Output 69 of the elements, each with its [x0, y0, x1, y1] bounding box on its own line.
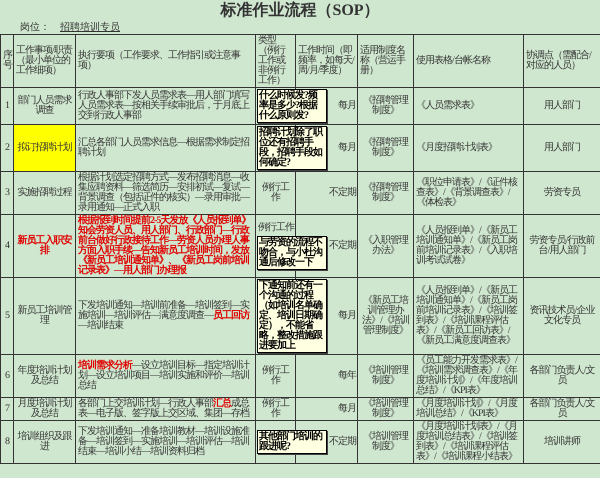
- table-cell: 每年: [296, 355, 358, 398]
- table-cell: 每月: [296, 398, 358, 421]
- header-cell: 类型（例行工作或非例行工作）: [256, 35, 296, 88]
- table-cell: 年度培训计划及总结: [14, 355, 76, 398]
- page-title: 标准作业流程（SOP）: [219, 0, 381, 21]
- table-cell: 用人部门: [524, 88, 600, 125]
- table-cell: 不定期: [296, 172, 358, 215]
- row-number: 3: [1, 172, 14, 215]
- comment-note: 什么时候发?频率是多少?根据什么原则发?: [257, 89, 327, 123]
- table-cell-text: 例行工作: [261, 183, 290, 203]
- table-cell: 《招聘管理制度》: [358, 172, 414, 215]
- table-cell: 《招聘管理制度》: [358, 125, 414, 172]
- table-cell: 《培训管理制度》: [358, 355, 414, 398]
- table-cell: 《月度培训计划表》/《月度培训总结表》/《培训签到表》/《培训课程评估表》/《培训课程小结表》: [414, 421, 524, 464]
- table-cell: 《人员报到单》/《新员工培训通知单》/《新员工岗前培训记录表》/《培训签到表》/《培训课程评估表》/《新员工回访表》/《新员工满意度调查表》: [414, 278, 524, 355]
- table-cell: 《入职管理办法》: [358, 215, 414, 278]
- table-cell: 《培训管理制度》: [358, 421, 414, 464]
- comment-note: 其他部门培训的跟进呢?: [257, 430, 327, 454]
- table-cell: 新员工入职安排: [14, 215, 76, 278]
- table-cell: 新员工培训管理: [14, 278, 76, 355]
- table-cell: 月度培训计划及总结: [14, 398, 76, 421]
- row-number: 5: [1, 278, 14, 355]
- table-cell: 《培训管理制度》: [358, 398, 414, 421]
- table-cell: 实施招聘过程: [14, 172, 76, 215]
- header-cell: 序号: [1, 35, 14, 88]
- table-cell: 培训讲师: [524, 421, 600, 464]
- table-cell: 劳资专员/行政前台/用人部门: [524, 215, 600, 278]
- header-cell: 执行要项（工作要求、工作指引或注意事项）: [76, 35, 256, 88]
- table-cell: 各部门负责人/文员: [524, 355, 600, 398]
- position-label: 岗位：: [20, 22, 50, 34]
- table-cell: 《人员需求表》: [414, 88, 524, 125]
- table-cell: 《招聘管理制度》: [358, 88, 414, 125]
- row-number: 4: [1, 215, 14, 278]
- table-cell: 《职位申请表》/《证件核查表》/《背景调查表》/《体检表》: [414, 172, 524, 215]
- header-cell: 协调点（需配合/对应的人员）: [524, 35, 600, 88]
- table-cell: 用人部门: [524, 125, 600, 172]
- comment-note: 与劳资的流程不吻合，与小杜沟通后修改一下: [257, 236, 327, 270]
- table-cell: 资讯技术员/企业文化专员: [524, 278, 600, 355]
- row-number: 7: [1, 398, 14, 421]
- table-cell: 汇总各部门人员需求信息—根据需求制定招聘计划: [76, 125, 256, 172]
- table-cell: 各部门上交培训计划—行政人事部汇总成总表—电子版、签字版上交区域、集团—存档: [76, 398, 256, 421]
- table-cell: 下发培训通知—准备培训教材—培训设施准备—培训签到—实施培训—培训评估—培训结束—培训小结—培训资料归档: [76, 421, 256, 464]
- table-cell: 根据报到时间提前2-5天发放《人员报到单》知会劳资人员、用人部门、行政部门—行政前台做好行政接待工作—劳资人员办理人事方面入职手续—告知新员工培训时间，发放《新员工培训通知单》、《新员工岗前培训记录表》—用人部门办理报: [76, 215, 256, 278]
- table-cell: 行政人事部下发人员需求表—用人部门填写人员需求表—按相关手续审批后，于月底上交到行政人事部: [76, 88, 256, 125]
- header-cell: 工作时间（即频率，如每天/周/月/季度）: [296, 35, 358, 88]
- comment-note: 下通知前还有一个沟通的过程（如培训名单确定、培训日期确定），不能省略，整改措施跟进要加上: [257, 279, 327, 353]
- table-cell: 《月度招聘计划表》: [414, 125, 524, 172]
- table-cell-text: 例行工作: [261, 399, 290, 419]
- table-cell: 培训组织及跟进: [14, 421, 76, 464]
- comment-note: 招聘计划除了职位还有招聘手段，招聘手段如何确定?: [257, 126, 327, 170]
- header-cell: 使用表格/台帐名称: [414, 35, 524, 88]
- table-cell-text: 例行工作: [261, 366, 290, 386]
- row-number: 6: [1, 355, 14, 398]
- table-cell: 根据计划选定招聘方式—发布招聘消息—收集应聘资料—筛选简历—安排初试—复试—背景调查（包括证件的核实）—录用审批—录用通知—正式入职: [76, 172, 256, 215]
- table-cell: 例行工作: [258, 222, 294, 232]
- table-cell: 劳资专员: [524, 172, 600, 215]
- header-cell: 适用制度名称（营运手册）: [358, 35, 414, 88]
- header-cell: 工作事项/职责（最小单位的工作细项）: [14, 35, 76, 88]
- table-cell: 《月度培训计划》/《月度培训总结》/《KPI表》: [414, 398, 524, 421]
- position-value: 招聘培训专员: [60, 22, 120, 34]
- table-cell: 拟订招聘计划: [14, 125, 76, 172]
- table-cell: 下发培训通知—培训前准备—培训签到—实施培训—培训评估—满意度调查—员工回访—培训结束: [76, 278, 256, 355]
- table-cell: 培训需求分析—设立培训目标—指定培训计划—设立培训项目—培训实施和评价—培训总结: [76, 355, 256, 398]
- table-cell: 各部门负责人/文员: [524, 398, 600, 421]
- table-cell: 《员工能力开发需求表》/《培训需求调查表》/《年度培训计划》/《年度培训总结》/《KPI表》: [414, 355, 524, 398]
- table-cell: 《新员工培训管理办法》/《培训管理制度》: [358, 278, 414, 355]
- row-number: 8: [1, 421, 14, 464]
- row-number: 1: [1, 88, 14, 125]
- table-cell: 《人员报到单》/《新员工培训通知单》/《新员工岗前培训记录表》/《入职培训考试试卷》: [414, 215, 524, 278]
